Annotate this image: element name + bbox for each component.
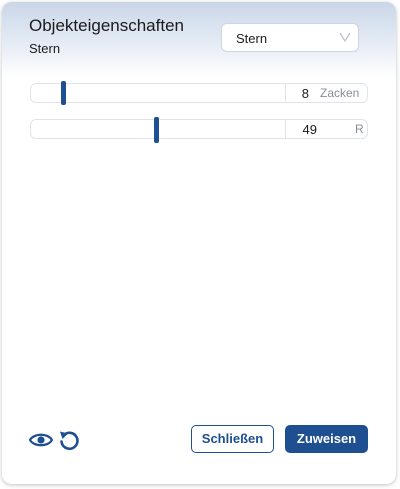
points-value[interactable]: 8 — [287, 86, 309, 101]
shape-type-value: Stern — [236, 31, 268, 46]
slider-divider — [285, 120, 286, 138]
reset-icon[interactable] — [58, 429, 80, 451]
assign-button[interactable]: Zuweisen — [285, 425, 368, 453]
eye-icon[interactable] — [29, 432, 53, 448]
radius-slider-track[interactable] — [31, 117, 285, 143]
panel-title: Objekteigenschaften — [29, 16, 184, 35]
shape-type-select[interactable]: Stern — [221, 23, 359, 52]
radius-slider-thumb[interactable] — [153, 117, 159, 143]
chevron-down-icon — [339, 32, 351, 42]
points-slider-row: 8 Zacken — [30, 81, 368, 105]
panel-header: Objekteigenschaften Stern Stern — [2, 2, 396, 78]
panel-subtitle: Stern — [29, 41, 61, 56]
points-unit: Zacken — [320, 86, 360, 100]
radius-value[interactable]: 49 — [287, 122, 317, 137]
slider-divider — [285, 84, 286, 102]
points-slider-thumb[interactable] — [61, 81, 66, 105]
radius-unit: R — [355, 122, 364, 136]
radius-slider-row: 49 R — [30, 117, 368, 143]
close-button[interactable]: Schließen — [191, 425, 274, 453]
points-slider-track[interactable] — [31, 81, 285, 105]
object-properties-panel: Objekteigenschaften Stern Stern 8 Zacken… — [2, 2, 396, 484]
